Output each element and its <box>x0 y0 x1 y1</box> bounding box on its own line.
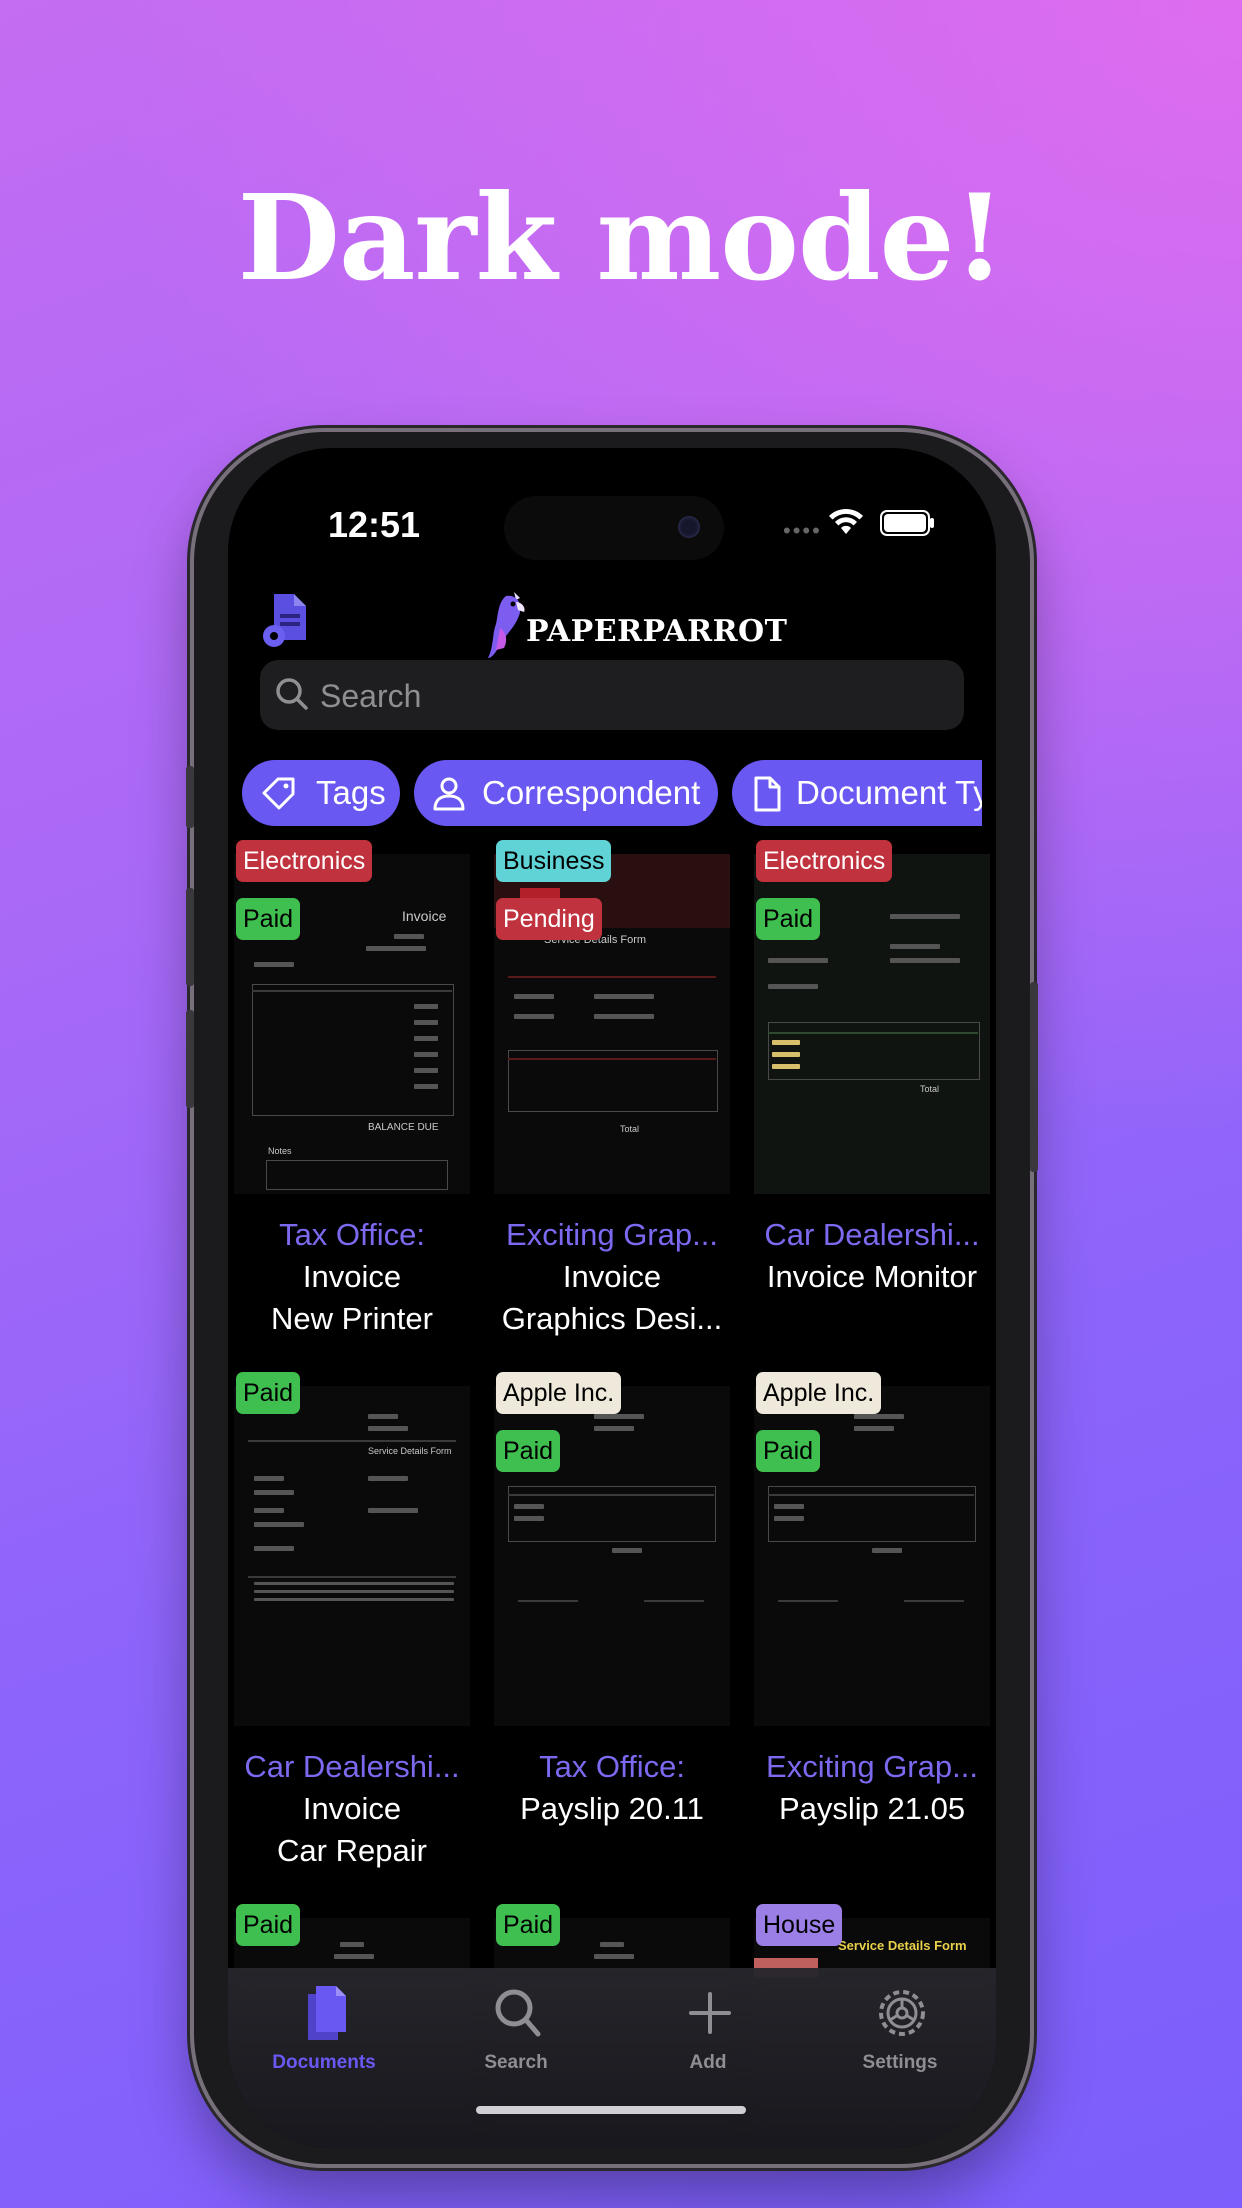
thumb-heading: Service Details Form <box>838 1938 967 1953</box>
home-indicator[interactable] <box>476 2106 746 2114</box>
tag-badge: Electronics <box>756 840 893 882</box>
tag-badge: Paid <box>756 1430 821 1472</box>
plus-icon <box>689 1992 731 2034</box>
document-correspondent: Tax Office: <box>279 1217 425 1252</box>
tab-label: Documents <box>272 2052 376 2073</box>
tab-add[interactable]: Add <box>612 1968 804 2088</box>
document-meta: Car Dealershi... Invoice Car Repair <box>228 1746 478 1872</box>
tab-bar: Documents Search Add Settings <box>228 1968 996 2148</box>
document-title: Invoice <box>562 1259 662 1294</box>
filter-chip-label: Correspondent <box>482 774 701 811</box>
tag-badge: Business <box>496 840 612 882</box>
filter-chip-label: Document Ty <box>796 774 982 811</box>
search-icon <box>276 678 308 710</box>
document-meta: Exciting Grap... Invoice Graphics Desi..… <box>486 1214 738 1340</box>
tab-label: Add <box>689 2052 727 2073</box>
document-correspondent: Car Dealershi... <box>764 1217 980 1252</box>
volume-down-button <box>186 1010 194 1108</box>
thumb-heading: Service Details Form <box>368 1446 452 1456</box>
battery-icon <box>880 510 930 536</box>
tag-badge: Paid <box>236 1904 301 1946</box>
status-bar: 12:51 •••• <box>228 496 996 564</box>
tag-badge: Apple Inc. <box>496 1372 622 1414</box>
tag-badge: Paid <box>236 898 301 940</box>
search-placeholder: Search <box>320 678 422 714</box>
document-correspondent: Car Dealershi... <box>244 1749 460 1784</box>
status-time: 12:51 <box>328 504 421 545</box>
thumb-balance: BALANCE DUE <box>368 1122 439 1133</box>
tag-badge: Paid <box>236 1372 301 1414</box>
camera-icon <box>678 516 700 538</box>
battery-tip <box>930 518 934 528</box>
document-icon <box>754 776 781 812</box>
document-title: Payslip 21.05 <box>778 1791 966 1826</box>
document-correspondent: Exciting Grap... <box>766 1749 978 1784</box>
filter-chip-correspondent[interactable]: Correspondent <box>414 760 718 826</box>
tag-badge: Paid <box>756 898 821 940</box>
thumb-heading: Invoice <box>402 908 447 924</box>
tab-label: Settings <box>862 2052 938 2073</box>
headline: Dark mode! <box>237 168 1006 307</box>
mute-switch <box>186 766 194 828</box>
thumb-total: Total <box>620 1124 640 1134</box>
document-title: Invoice <box>302 1259 402 1294</box>
document-meta: Car Dealershi... Invoice Monitor <box>746 1214 996 1298</box>
gear-icon <box>879 1990 925 2036</box>
document-title: Invoice <box>302 1791 402 1826</box>
filter-chip-label: Tags <box>316 774 386 811</box>
document-subtitle: New Printer <box>271 1301 433 1336</box>
tag-badge: Paid <box>496 1904 561 1946</box>
filter-chip-document-type[interactable]: Document Ty <box>732 760 982 826</box>
document-subtitle: Car Repair <box>277 1833 427 1868</box>
document-meta: Tax Office: Invoice New Printer <box>228 1214 478 1340</box>
search-icon <box>495 1989 541 2037</box>
search-bar[interactable]: Search <box>260 660 964 730</box>
wifi-icon <box>829 508 863 534</box>
document-thumbnail: Service Details Form <box>234 1386 470 1726</box>
person-icon <box>433 777 465 811</box>
tag-badge: Electronics <box>236 840 373 882</box>
tag-badge: Apple Inc. <box>756 1372 882 1414</box>
volume-up-button <box>186 888 194 986</box>
tab-settings[interactable]: Settings <box>804 1968 996 2088</box>
tag-badge: House <box>756 1904 843 1946</box>
thumb-notes: Notes <box>268 1146 292 1156</box>
tag-badge: Pending <box>496 898 602 940</box>
tab-search[interactable]: Search <box>420 1968 612 2088</box>
tab-documents[interactable]: Documents <box>228 1968 420 2088</box>
document-title: Payslip 20.11 <box>520 1791 704 1826</box>
tag-icon <box>262 777 295 810</box>
app-logo: PAPERPARROT <box>484 588 787 668</box>
documents-icon <box>308 1986 346 2040</box>
app-screen: 12:51 •••• PAPERPARROT Search Tags Corre… <box>228 448 996 2148</box>
document-meta: Tax Office: Payslip 20.11 <box>486 1746 738 1830</box>
document-meta: Exciting Grap... Payslip 21.05 <box>746 1746 996 1830</box>
app-name: PAPERPARROT <box>526 614 788 649</box>
filter-bar: Tags Correspondent Document Ty <box>242 760 982 828</box>
signal-icon: •••• <box>783 518 822 543</box>
tag-badge: Paid <box>496 1430 561 1472</box>
tab-label: Search <box>484 2052 548 2073</box>
parrot-icon <box>488 592 525 658</box>
top-bar: PAPERPARROT <box>228 588 996 668</box>
filter-chip-tags[interactable]: Tags <box>242 760 400 826</box>
document-settings-icon[interactable] <box>260 590 316 650</box>
power-button <box>1030 982 1038 1172</box>
document-title: Invoice Monitor <box>766 1259 978 1294</box>
thumb-total: Total <box>920 1084 940 1094</box>
document-correspondent: Tax Office: <box>539 1749 685 1784</box>
document-subtitle: Graphics Desi... <box>501 1301 723 1336</box>
document-correspondent: Exciting Grap... <box>506 1217 718 1252</box>
